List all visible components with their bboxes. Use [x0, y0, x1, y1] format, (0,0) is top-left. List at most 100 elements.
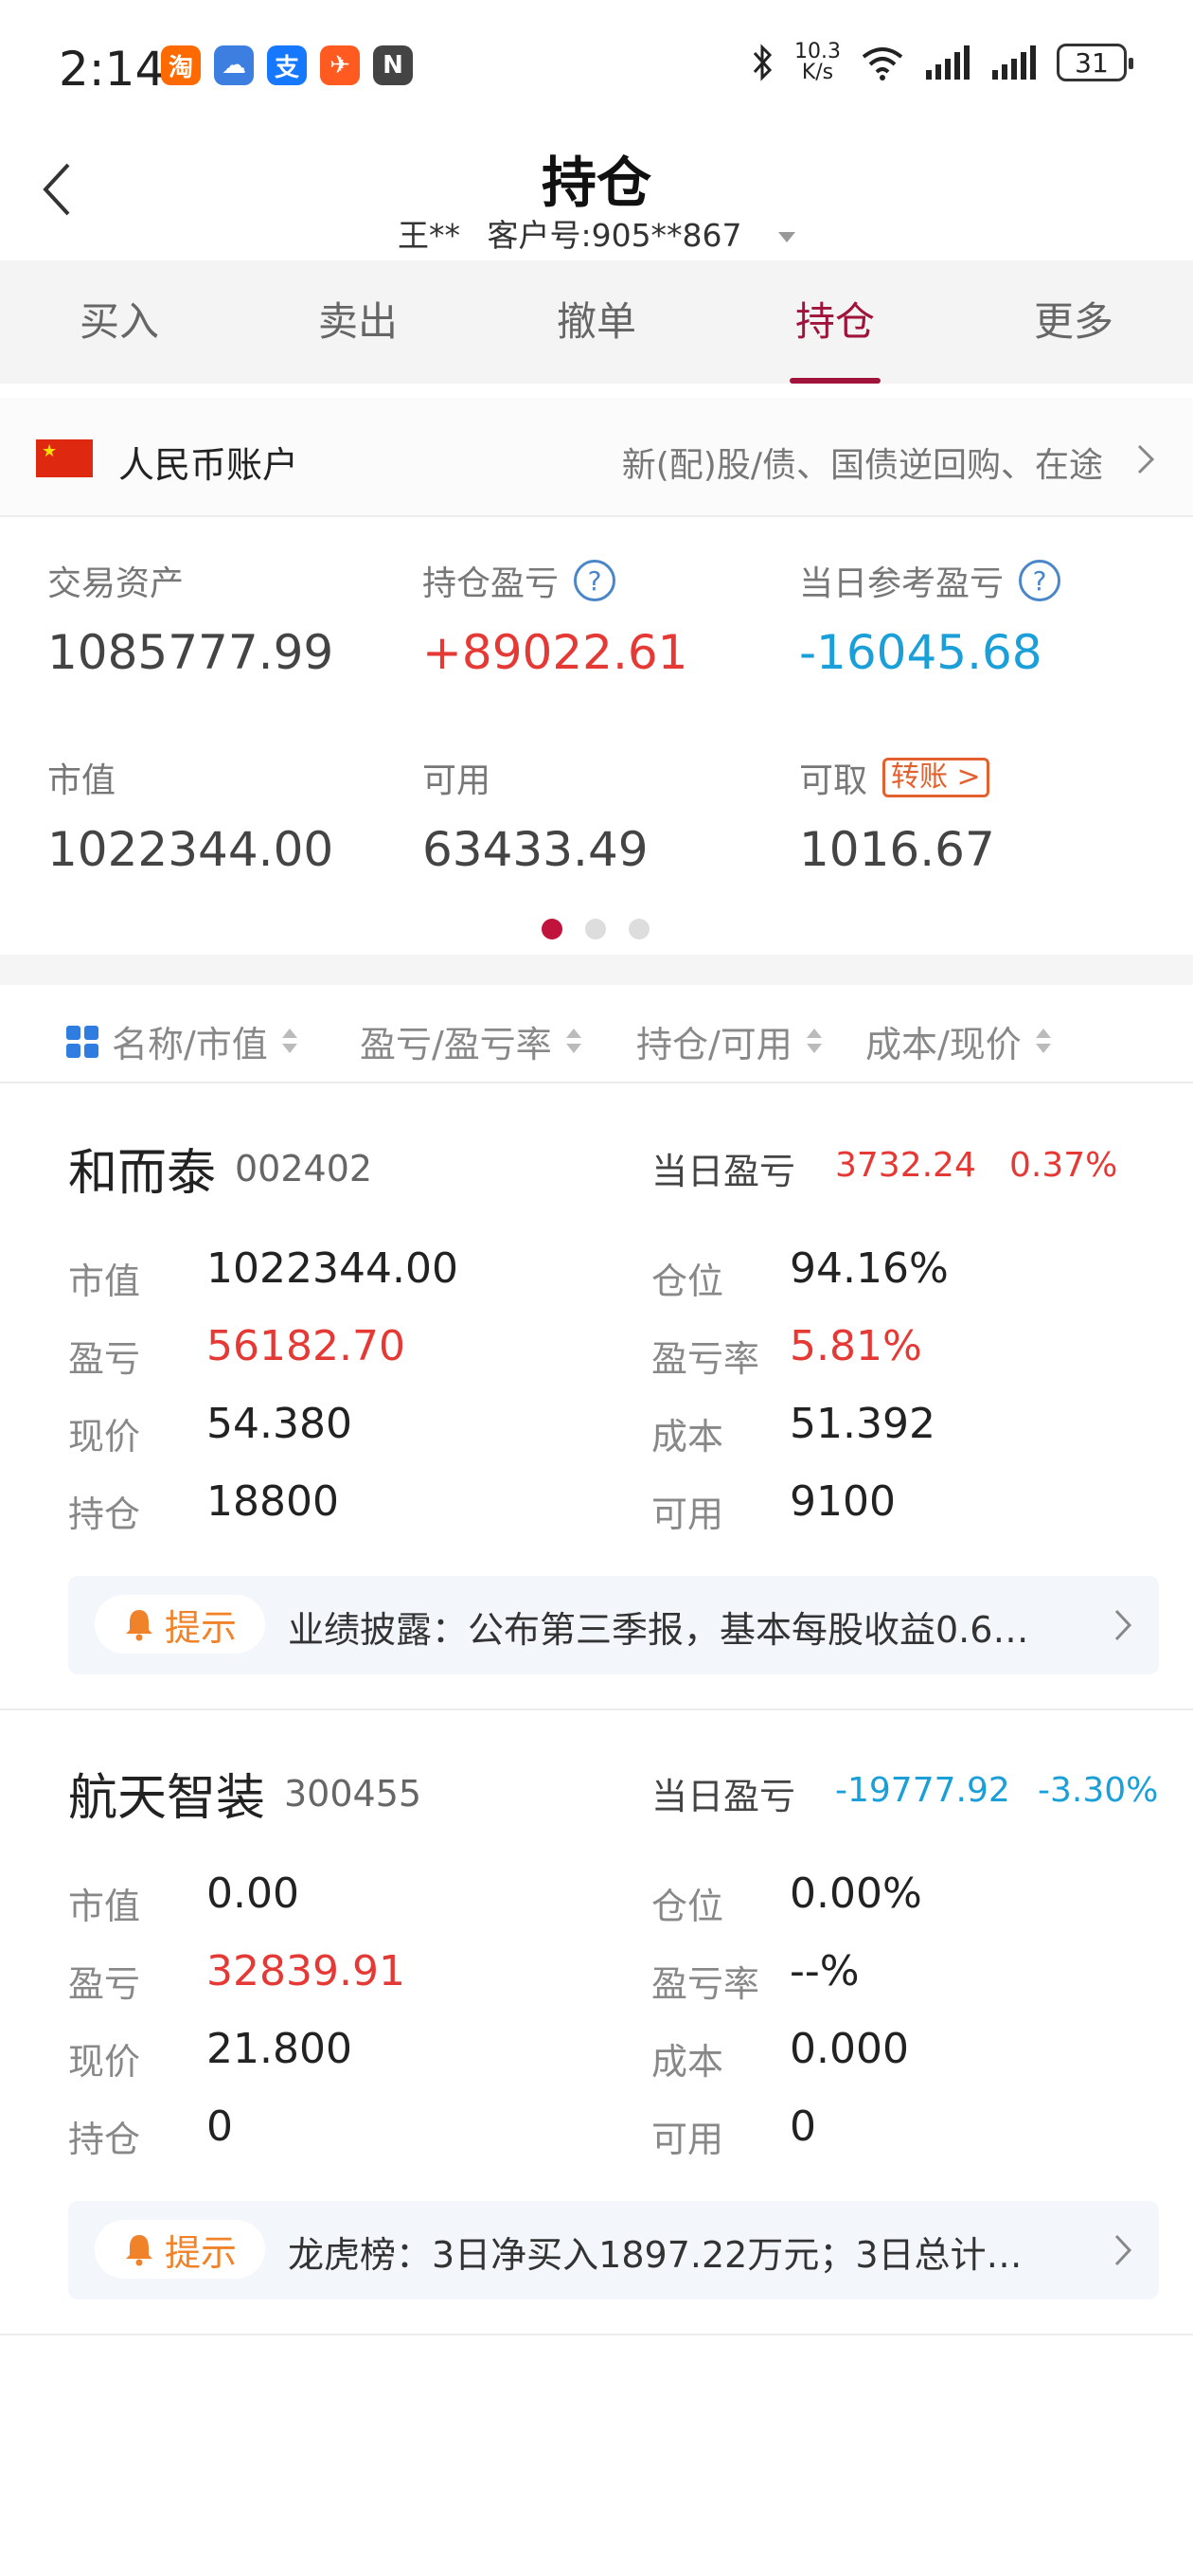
position-pl-value: +89022.61 [422, 625, 688, 680]
customer-number: 客户号:905**867 [487, 217, 742, 254]
stock-name: 和而泰 [68, 1145, 217, 1202]
price-label: 现价 [68, 2041, 141, 2083]
sort-icon [281, 1025, 298, 1059]
daily-pl-value: -16045.68 [799, 625, 1042, 680]
page-header: 持仓 王** 客户号:905**867 [0, 133, 1193, 260]
account-selector[interactable]: 王** 客户号:905**867 [0, 210, 1193, 256]
tab-buy[interactable]: 买入 [0, 260, 239, 384]
tip-badge: 提示 [95, 2220, 265, 2279]
notification-icons: 淘 ☁ 支 ✈ N [161, 45, 413, 85]
daily-pl-amount: -19777.92 [835, 1771, 1010, 1810]
page-indicator [542, 919, 650, 939]
pl-value: 56182.70 [206, 1322, 405, 1370]
account-info: 新(配)股/债、国债逆回购、在途 [621, 446, 1103, 485]
market-value: 市值 1022344.00 [47, 761, 334, 877]
market-value-label: 市值 [68, 1261, 141, 1302]
chevron-right-icon [1114, 1609, 1132, 1641]
account-row[interactable]: ★ 人民币账户 新(配)股/债、国债逆回购、在途 [0, 398, 1193, 517]
trade-tabs: 买入 卖出 撤单 持仓 更多 [0, 260, 1193, 384]
holding-value: 18800 [206, 1477, 339, 1526]
stock-tip[interactable]: 提示 业绩披露：公布第三季报，基本每股收益0.65... [68, 1576, 1159, 1674]
page-dot [585, 919, 606, 939]
withdrawable: 可取 转账 > 1016.67 [799, 754, 995, 877]
pl-rate-label: 盈亏率 [651, 1963, 760, 2005]
help-icon[interactable]: ? [574, 560, 616, 601]
available-funds: 可用 63433.49 [422, 761, 649, 877]
tab-holdings[interactable]: 持仓 [716, 260, 954, 384]
taobao-icon: 淘 [161, 45, 201, 85]
withdrawable-value: 1016.67 [799, 822, 995, 877]
pl-label: 盈亏 [68, 1338, 141, 1380]
alipay-icon: 支 [267, 45, 307, 85]
sort-icon [1035, 1025, 1052, 1059]
sort-icon [806, 1025, 823, 1059]
sort-name-market-value[interactable]: 名称/市值 [66, 1015, 298, 1067]
stock-name: 航天智装 [68, 1770, 266, 1827]
section-divider [0, 955, 1193, 985]
position-ratio-label: 仓位 [651, 1886, 724, 1927]
tip-text: 龙虎榜：3日净买入1897.22万元；3日总计买... [288, 2234, 1045, 2276]
available-value: 9100 [790, 1477, 896, 1526]
account-label: 人民币账户 [118, 444, 299, 486]
cost-value: 51.392 [790, 1400, 935, 1448]
sort-icon [565, 1025, 582, 1059]
holdings-column-header: 名称/市值 盈亏/盈亏率 持仓/可用 成本/现价 [0, 985, 1193, 1083]
stock-code: 002402 [235, 1148, 373, 1190]
price-value: 21.800 [206, 2025, 352, 2073]
daily-pl-amount: 3732.24 [835, 1146, 976, 1185]
available-value: 63433.49 [422, 822, 649, 877]
weather-icon: ☁ [214, 45, 254, 85]
signal-icon-1 [926, 45, 970, 80]
net-speed: 10.3 K/s [794, 40, 841, 84]
pl-value: 32839.91 [206, 1947, 405, 1995]
daily-pl-rate: 0.37% [1009, 1146, 1118, 1185]
cost-label: 成本 [651, 1416, 724, 1458]
daily-pl: 当日参考盈亏? -16045.68 [799, 557, 1061, 680]
bell-icon [125, 2235, 152, 2266]
chevron-down-icon [778, 232, 796, 242]
available-value: 0 [790, 2102, 816, 2151]
help-icon[interactable]: ? [1019, 560, 1061, 601]
market-value: 1022344.00 [206, 1244, 458, 1293]
available-label: 可用 [651, 2119, 724, 2160]
trade-assets: 交易资产 1085777.99 [47, 564, 334, 680]
transfer-button[interactable]: 转账 > [882, 758, 989, 797]
pl-rate-label: 盈亏率 [651, 1338, 760, 1380]
signal-icon-2 [992, 45, 1036, 80]
account-name: 王** [397, 217, 460, 254]
bell-icon [125, 1610, 152, 1641]
stock-tip[interactable]: 提示 龙虎榜：3日净买入1897.22万元；3日总计买... [68, 2201, 1159, 2299]
sort-cost-price[interactable]: 成本/现价 [865, 1015, 1052, 1067]
sort-holding-available[interactable]: 持仓/可用 [636, 1015, 823, 1067]
market-value-value: 1022344.00 [47, 822, 334, 877]
page-dot [629, 919, 650, 939]
tab-more[interactable]: 更多 [954, 260, 1193, 384]
page-title: 持仓 [541, 151, 651, 215]
cost-value: 0.000 [790, 2025, 909, 2073]
pl-label: 盈亏 [68, 1963, 141, 2005]
cost-label: 成本 [651, 2041, 724, 2083]
tab-cancel-order[interactable]: 撤单 [477, 260, 716, 384]
wifi-icon [862, 47, 903, 80]
daily-pl-rate: -3.30% [1038, 1771, 1159, 1810]
holding-card[interactable]: 航天智装 300455 当日盈亏 -19777.92 -3.30% 市值 0.0… [0, 1710, 1193, 2335]
tip-text: 业绩披露：公布第三季报，基本每股收益0.65... [288, 1609, 1045, 1651]
holding-value: 0 [206, 2102, 233, 2151]
tab-sell[interactable]: 卖出 [239, 260, 477, 384]
position-ratio-label: 仓位 [651, 1261, 724, 1302]
sort-pl-rate[interactable]: 盈亏/盈亏率 [360, 1015, 582, 1067]
grid-icon [66, 1025, 98, 1058]
holding-card[interactable]: 和而泰 002402 当日盈亏 3732.24 0.37% 市值 1022344… [0, 1085, 1193, 1710]
pl-rate-value: --% [790, 1947, 860, 1995]
page-dot [542, 919, 562, 939]
holding-label: 持仓 [68, 1494, 141, 1535]
price-value: 54.380 [206, 1400, 352, 1448]
battery-icon: 31 [1057, 44, 1133, 81]
available-label: 可用 [651, 1494, 724, 1535]
status-time: 2:14 [59, 42, 166, 97]
system-icons: 10.3 K/s 31 [751, 40, 1133, 84]
trade-assets-value: 1085777.99 [47, 625, 334, 680]
bluetooth-icon [753, 44, 773, 81]
messenger-icon: ✈ [320, 45, 360, 85]
market-value: 0.00 [206, 1869, 299, 1918]
